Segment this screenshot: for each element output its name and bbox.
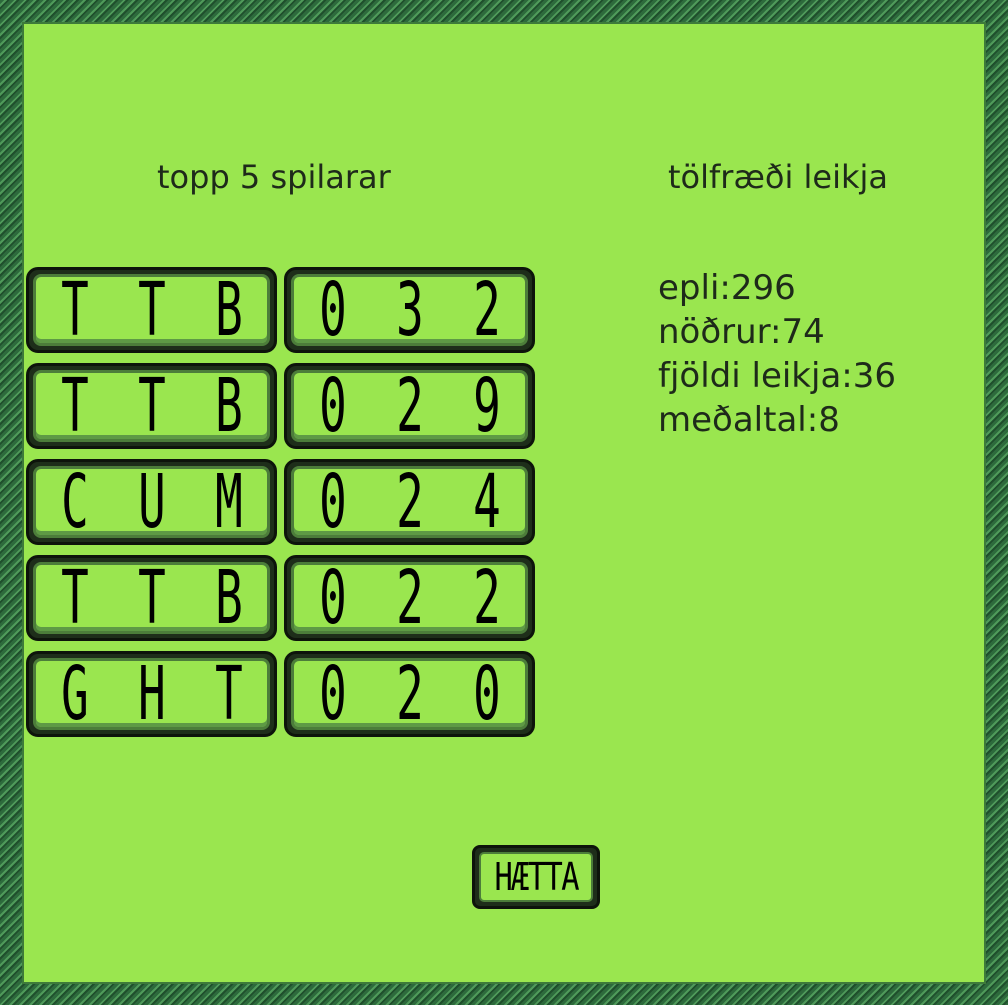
player-score-plate: 032 — [284, 267, 535, 353]
name-letter: C — [60, 459, 89, 545]
player-score-plate: 020 — [284, 651, 535, 737]
score-digit: 4 — [472, 459, 501, 545]
plate-face: 022 — [291, 555, 528, 641]
score-digit: 2 — [472, 267, 501, 353]
name-letter: T — [60, 363, 89, 449]
score-digit: 0 — [318, 651, 347, 737]
name-letter: M — [214, 459, 243, 545]
name-letter: G — [60, 651, 89, 737]
player-name-plate: TTB — [26, 363, 277, 449]
stats-heading: tölfræði leikja — [668, 158, 888, 196]
stat-apples: epli:296 — [658, 268, 796, 308]
score-digit: 0 — [318, 459, 347, 545]
quit-button-face: HÆTTA — [479, 852, 593, 902]
score-digit: 2 — [395, 363, 424, 449]
player-score-plate: 022 — [284, 555, 535, 641]
score-digit: 2 — [395, 555, 424, 641]
name-letter: B — [214, 555, 243, 641]
plate-face: GHT — [33, 651, 270, 737]
score-digit: 2 — [395, 651, 424, 737]
plate-face: 029 — [291, 363, 528, 449]
stat-games-played: fjöldi leikja:36 — [658, 356, 896, 396]
player-score-plate: 029 — [284, 363, 535, 449]
name-letter: T — [137, 363, 166, 449]
score-digit: 0 — [318, 267, 347, 353]
plate-face: TTB — [33, 267, 270, 353]
score-digit: 2 — [472, 555, 501, 641]
top5-heading: topp 5 spilarar — [157, 158, 391, 196]
player-score-plate: 024 — [284, 459, 535, 545]
plate-face: 024 — [291, 459, 528, 545]
score-digit: 0 — [318, 363, 347, 449]
name-letter: T — [60, 267, 89, 353]
name-letter: T — [137, 555, 166, 641]
score-digit: 0 — [472, 651, 501, 737]
score-digit: 9 — [472, 363, 501, 449]
player-name-plate: TTB — [26, 267, 277, 353]
name-letter: T — [60, 555, 89, 641]
stat-snakes: nöðrur:74 — [658, 312, 825, 352]
score-digit: 2 — [395, 459, 424, 545]
score-digit: 0 — [318, 555, 347, 641]
plate-face: 020 — [291, 651, 528, 737]
name-letter: T — [214, 651, 243, 737]
plate-face: TTB — [33, 363, 270, 449]
name-letter: U — [137, 459, 166, 545]
player-name-plate: CUM — [26, 459, 277, 545]
name-letter: H — [137, 651, 166, 737]
plate-face: CUM — [33, 459, 270, 545]
quit-button[interactable]: HÆTTA — [472, 845, 600, 909]
stats-list: epli:296 nöðrur:74 fjöldi leikja:36 meða… — [658, 266, 896, 442]
quit-button-label: HÆTTA — [494, 855, 579, 899]
name-letter: B — [214, 363, 243, 449]
name-letter: B — [214, 267, 243, 353]
stat-average: meðaltal:8 — [658, 400, 840, 440]
name-letter: T — [137, 267, 166, 353]
score-digit: 3 — [395, 267, 424, 353]
plate-face: 032 — [291, 267, 528, 353]
plate-face: TTB — [33, 555, 270, 641]
player-name-plate: GHT — [26, 651, 277, 737]
player-name-plate: TTB — [26, 555, 277, 641]
